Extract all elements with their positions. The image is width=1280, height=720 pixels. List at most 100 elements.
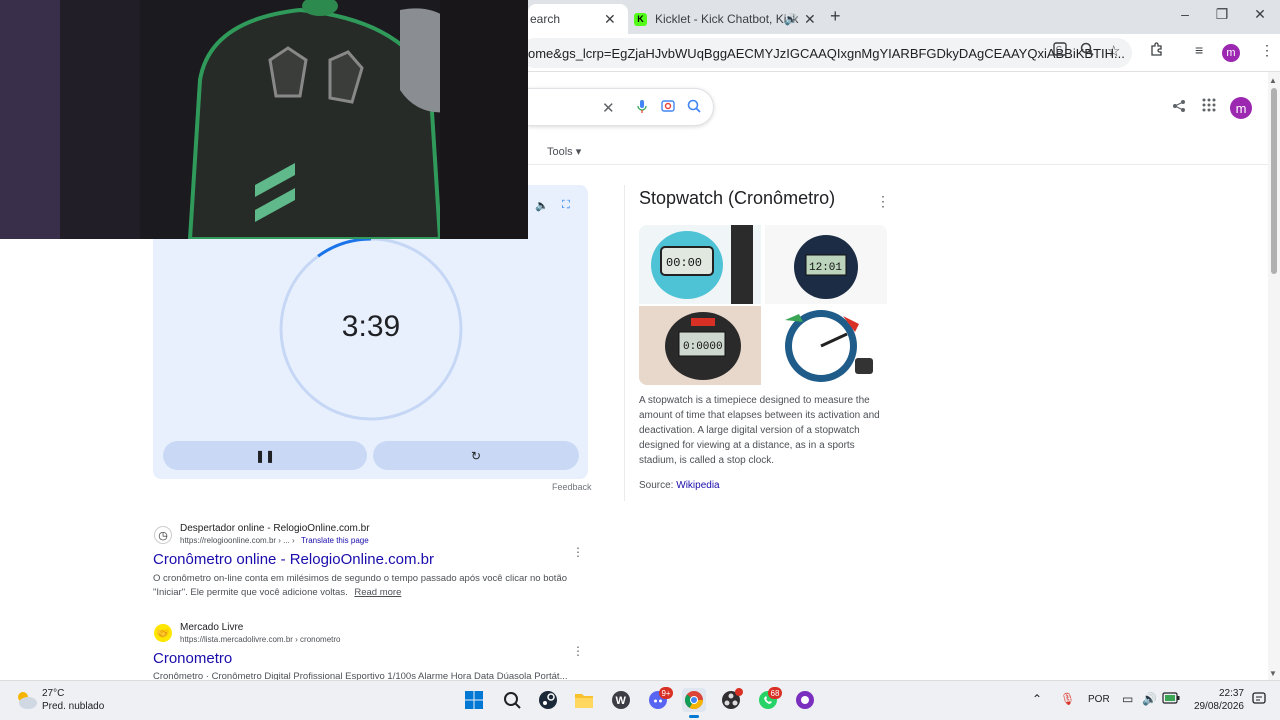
- whatsapp-badge: 68: [768, 687, 782, 699]
- apps-grid-icon[interactable]: [1202, 98, 1216, 116]
- translate-link[interactable]: Translate this page: [301, 536, 369, 545]
- scroll-down-arrow-icon[interactable]: ▼: [1269, 669, 1277, 678]
- translate-icon[interactable]: G: [1053, 42, 1067, 59]
- active-app-indicator: [689, 715, 699, 718]
- stopwatch-time: 3:39: [341, 310, 401, 343]
- notifications-icon[interactable]: [1252, 692, 1266, 709]
- kick-icon: K: [634, 12, 647, 26]
- result-url-text: https://relogioonline.com.br › ... ›: [180, 536, 297, 545]
- scroll-up-arrow-icon[interactable]: ▲: [1269, 76, 1277, 85]
- more-options-icon[interactable]: ⋮: [876, 193, 890, 210]
- file-explorer-icon[interactable]: [572, 688, 596, 712]
- knowledge-panel-title: Stopwatch (Cronômetro): [639, 188, 836, 208]
- address-text: ome&gs_lcrp=EgZjaHJvbWUqBggAECMYJzIGCAAQ…: [528, 45, 1125, 61]
- search-icon[interactable]: [500, 688, 524, 712]
- stopwatch-image-3[interactable]: 0:0000: [639, 306, 761, 385]
- result-snippet: O cronômetro on-line conta em milésimos …: [153, 572, 583, 600]
- stopwatch-image-2[interactable]: 12:01: [765, 225, 887, 304]
- pause-icon: ❚❚: [254, 448, 276, 463]
- result-snippet: Cronômetro · Cronômetro Digital Profissi…: [153, 671, 568, 680]
- close-icon[interactable]: ✕: [804, 11, 816, 28]
- result-url[interactable]: https://relogioonline.com.br › ... › Tra…: [180, 536, 369, 545]
- extensions-icon[interactable]: [1150, 42, 1164, 59]
- menu-kebab-icon[interactable]: ⋮: [1260, 42, 1274, 59]
- header-divider: [528, 164, 1270, 165]
- clock-time[interactable]: 22:37: [1208, 688, 1244, 699]
- result-site-name[interactable]: Despertador online - RelogioOnline.com.b…: [180, 523, 370, 534]
- clear-icon[interactable]: ✕: [602, 99, 615, 117]
- new-tab-icon[interactable]: +: [830, 6, 841, 27]
- relogioonline-favicon: ◷: [154, 526, 172, 544]
- network-icon[interactable]: ▭: [1122, 692, 1133, 706]
- tools-dropdown[interactable]: Tools ▾: [547, 145, 581, 158]
- svg-text:W: W: [616, 695, 627, 707]
- weather-temperature[interactable]: 27°C: [42, 688, 64, 699]
- knowledge-panel-source: Source: Wikipedia: [639, 480, 720, 491]
- discord-badge: 9+: [659, 687, 673, 699]
- language-indicator[interactable]: POR: [1088, 694, 1110, 705]
- media-control-icon[interactable]: ≡: [1195, 42, 1203, 58]
- microphone-icon[interactable]: [636, 99, 648, 117]
- weather-cloud-icon[interactable]: [14, 688, 38, 712]
- tab-label: earch: [530, 12, 561, 26]
- address-input[interactable]: ome&gs_lcrp=EgZjaHJvbWUqBggAECMYJzIGCAAQ…: [520, 38, 1132, 68]
- speaker-icon[interactable]: 🔊: [784, 13, 798, 26]
- chrome-icon[interactable]: [682, 688, 706, 712]
- result-title[interactable]: Cronômetro online - RelogioOnline.com.br: [153, 551, 434, 568]
- fullscreen-icon[interactable]: ⛶: [562, 199, 570, 212]
- source-label: Source:: [639, 480, 674, 491]
- read-more-link[interactable]: Read more: [354, 587, 401, 598]
- knowledge-panel-description: A stopwatch is a timepiece designed to m…: [639, 395, 880, 466]
- battery-icon[interactable]: [1162, 692, 1180, 707]
- maximize-icon[interactable]: ❐: [1212, 6, 1232, 23]
- svg-text:00:00: 00:00: [666, 256, 702, 270]
- pause-button[interactable]: ❚❚: [163, 441, 367, 470]
- stopwatch-images[interactable]: 00:00 12:01 0:0000: [639, 225, 887, 385]
- mercadolivre-favicon: 🤝: [154, 624, 172, 642]
- close-icon[interactable]: ✕: [604, 11, 616, 28]
- profile-avatar[interactable]: m: [1222, 44, 1240, 62]
- weather-description[interactable]: Pred. nublado: [42, 701, 104, 712]
- account-avatar[interactable]: m: [1230, 97, 1252, 119]
- close-window-icon[interactable]: ✕: [1250, 6, 1270, 23]
- result-title[interactable]: Cronometro: [153, 650, 232, 667]
- result-url[interactable]: https://lista.mercadolivre.com.br › cron…: [180, 635, 341, 644]
- sound-icon[interactable]: 🔈: [535, 199, 549, 212]
- svg-text:G: G: [1056, 45, 1062, 54]
- result-site-name[interactable]: Mercado Livre: [180, 622, 243, 633]
- stopwatch-image-4[interactable]: [765, 306, 887, 385]
- search-icon[interactable]: [687, 99, 701, 116]
- lens-icon[interactable]: [661, 99, 675, 116]
- zoom-icon[interactable]: [1080, 42, 1094, 59]
- reset-button[interactable]: ↻: [373, 441, 579, 470]
- windows-start-icon[interactable]: [462, 688, 486, 712]
- feedback-link[interactable]: Feedback: [552, 482, 592, 492]
- tray-chevron-up-icon[interactable]: ⌃: [1032, 692, 1042, 706]
- recording-dot: [735, 688, 743, 696]
- tab-label: Kicklet - Kick Chatbot, Kick: [655, 12, 799, 26]
- svg-text:0:0000: 0:0000: [683, 341, 723, 353]
- webcam-overlay: [0, 0, 528, 239]
- svg-text:12:01: 12:01: [809, 262, 842, 274]
- microphone-tray-icon[interactable]: 🎙: [1060, 692, 1075, 706]
- wikipedia-link[interactable]: Wikipedia: [676, 480, 719, 491]
- search-box[interactable]: ✕: [528, 88, 714, 126]
- tab-kicklet[interactable]: K Kicklet - Kick Chatbot, Kick 🔊 ✕: [634, 4, 824, 34]
- tools-label: Tools: [547, 146, 573, 158]
- scrollbar-thumb[interactable]: [1271, 88, 1277, 274]
- result-options-icon[interactable]: ⋮: [572, 644, 584, 658]
- panel-divider: [624, 185, 625, 501]
- clock-date[interactable]: 29/08/2026: [1190, 701, 1244, 712]
- volume-icon[interactable]: 🔊: [1142, 692, 1157, 706]
- minimize-icon[interactable]: –: [1175, 6, 1195, 22]
- result-options-icon[interactable]: ⋮: [572, 545, 584, 559]
- webcam-feed: [0, 0, 528, 239]
- steam-icon[interactable]: [536, 688, 560, 712]
- stopwatch-image-1[interactable]: 00:00: [639, 225, 761, 304]
- bookmark-star-icon[interactable]: ☆: [1107, 42, 1120, 60]
- reset-icon: ↻: [470, 448, 482, 463]
- share-icon[interactable]: [1172, 99, 1186, 116]
- wordpress-app-icon[interactable]: W: [609, 688, 633, 712]
- tab-search[interactable]: earch ✕: [528, 4, 628, 34]
- streaming-app-icon[interactable]: [793, 688, 817, 712]
